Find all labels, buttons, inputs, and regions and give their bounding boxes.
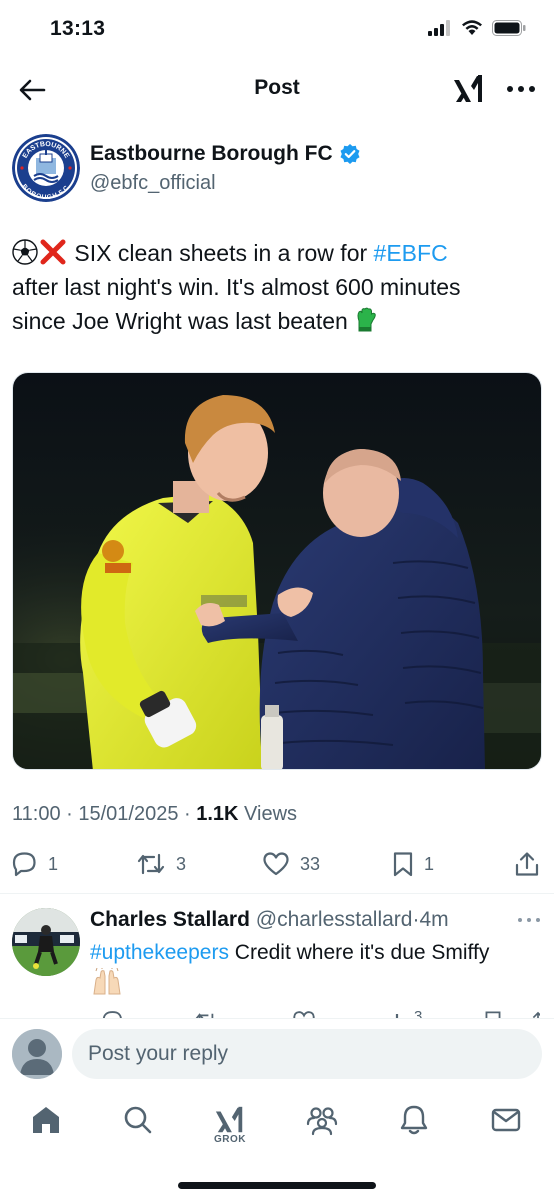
club-crest-logo: EASTBOURNE BOROUGH F.C. <box>12 134 80 202</box>
search-icon <box>124 1106 152 1134</box>
grok-icon <box>215 1106 243 1133</box>
tab-home[interactable] <box>16 1104 76 1154</box>
goalkeeper-glove-icon <box>357 307 376 332</box>
share-button[interactable] <box>514 851 540 877</box>
tab-messages[interactable] <box>476 1104 536 1154</box>
post-text-line-1-body: SIX clean sheets in a row for <box>68 240 374 266</box>
reply-text-body: Credit where it's due Smiffy <box>228 941 490 964</box>
reply-count: 1 <box>48 853 59 874</box>
reply-icon <box>12 852 36 877</box>
post-text-line-1: SIX clean sheets in a row for #EBFC <box>12 236 542 270</box>
wifi-icon <box>462 20 482 35</box>
verified-badge-icon <box>340 144 360 164</box>
tab-search[interactable] <box>108 1104 168 1154</box>
bottom-tab-bar: GROK <box>0 1092 554 1172</box>
like-count: 33 <box>300 853 321 874</box>
reply-avatar-photo <box>12 908 80 976</box>
reply-author-handle[interactable]: @charlesstallard <box>256 908 413 931</box>
share-icon <box>515 852 539 876</box>
post-text-line-3-body: since Joe Wright was last beaten <box>12 308 355 334</box>
reply-input[interactable] <box>72 1029 542 1079</box>
views-label: Views <box>238 803 298 825</box>
home-indicator[interactable] <box>178 1182 376 1189</box>
repost-icon <box>137 853 165 875</box>
views-count: 1.1K <box>196 803 239 825</box>
reply-author-name[interactable]: Charles Stallard <box>90 908 250 931</box>
my-avatar[interactable] <box>12 1029 62 1079</box>
status-bar: 13:13 <box>0 0 554 60</box>
reply-composer <box>0 1018 554 1092</box>
home-icon <box>33 1107 59 1133</box>
reply-button[interactable]: 1 <box>12 851 58 877</box>
grok-label: GROK <box>214 1134 246 1145</box>
notifications-icon <box>400 1105 428 1135</box>
bookmark-count: 1 <box>424 853 435 874</box>
cellular-signal-icon <box>428 20 450 36</box>
post-timestamp-views: 11:00 · 15/01/2025 · 1.1K Views <box>12 803 297 826</box>
hashtag-link[interactable]: #EBFC <box>374 240 448 266</box>
reply-more-icon[interactable] <box>516 914 542 926</box>
avatar[interactable]: EASTBOURNE BOROUGH F.C. <box>12 134 80 202</box>
reply-post[interactable]: Charles Stallard @charlesstallard·4m #up… <box>12 900 542 1022</box>
repost-button[interactable]: 3 <box>136 851 186 877</box>
post-actions: 1 3 33 1 <box>12 845 542 885</box>
post-text-line-2: after last night's win. It's almost 600 … <box>12 274 461 300</box>
raising-hands-icon <box>93 968 121 995</box>
xai-logo-icon[interactable] <box>452 72 486 106</box>
battery-icon <box>492 20 526 36</box>
soccer-ball-icon <box>12 239 38 265</box>
status-time: 13:13 <box>50 17 106 40</box>
reply-text: #upthekeepers Credit where it's due Smif… <box>90 938 540 1001</box>
divider <box>0 893 554 894</box>
reply-avatar[interactable] <box>12 908 80 976</box>
default-avatar-icon <box>12 1029 62 1079</box>
post-author: EASTBOURNE BOROUGH F.C. Eastbourne Borou… <box>12 130 542 206</box>
bookmark-icon <box>393 852 413 877</box>
reply-header: Charles Stallard @charlesstallard·4m <box>90 908 449 932</box>
reply-hashtag-link[interactable]: #upthekeepers <box>90 941 229 964</box>
reply-time: ·4m <box>412 908 449 931</box>
repost-count: 3 <box>176 853 187 874</box>
post-image[interactable] <box>12 372 542 770</box>
status-icons <box>428 20 526 36</box>
like-button[interactable]: 33 <box>262 851 320 877</box>
post-timestamp[interactable]: 11:00 · 15/01/2025 · <box>12 803 196 825</box>
author-name-row[interactable]: Eastbourne Borough FC <box>90 142 361 166</box>
tab-communities[interactable] <box>292 1104 352 1154</box>
heart-icon <box>263 852 289 876</box>
author-handle[interactable]: @ebfc_official <box>90 172 216 195</box>
cross-mark-icon <box>40 239 66 265</box>
communities-icon <box>306 1107 338 1136</box>
more-icon[interactable] <box>504 76 538 102</box>
post-photo <box>13 373 541 769</box>
post-text-line-3: since Joe Wright was last beaten <box>12 304 542 338</box>
bookmark-button[interactable]: 1 <box>392 851 434 877</box>
top-bar: Post <box>0 60 554 118</box>
tab-notifications[interactable] <box>384 1104 444 1154</box>
post-text: SIX clean sheets in a row for #EBFC afte… <box>12 236 542 338</box>
tab-grok[interactable]: GROK <box>200 1104 260 1154</box>
messages-icon <box>491 1108 521 1132</box>
author-name[interactable]: Eastbourne Borough FC <box>90 142 333 166</box>
